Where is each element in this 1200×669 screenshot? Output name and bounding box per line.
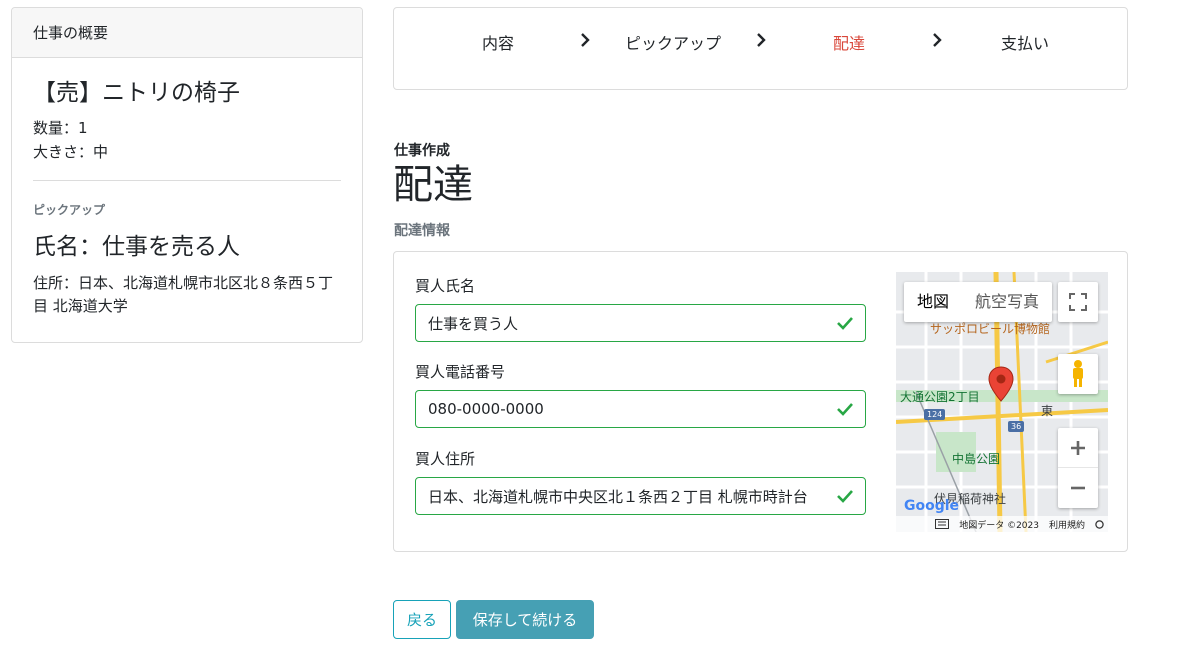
- pickup-name: 氏名：仕事を売る人: [33, 234, 240, 260]
- map-type-control: 地図 航空写真: [904, 282, 1053, 322]
- job-summary-header: 仕事の概要: [12, 8, 362, 58]
- zoom-in-button[interactable]: [1058, 428, 1098, 468]
- buyer-phone-input[interactable]: [415, 390, 866, 428]
- street-view-button[interactable]: [1058, 354, 1098, 394]
- buyer-address-input[interactable]: [415, 477, 866, 515]
- item-quantity: 数量：1: [33, 119, 88, 137]
- map-data-attribution[interactable]: 地図データ ©2023: [959, 518, 1039, 531]
- pickup-address: 住所：日本、北海道札幌市北区北８条西５丁目 北海道大学: [33, 274, 334, 315]
- zoom-control: [1058, 428, 1098, 508]
- map-marker-icon[interactable]: [988, 366, 1014, 402]
- google-map[interactable]: サッポロビール博物館 大通公園2丁目 中島公園 伏見稲荷神社 東 124 36 …: [896, 272, 1108, 532]
- item-size: 大きさ：中: [33, 143, 109, 161]
- step-delivery[interactable]: 配達: [833, 30, 865, 54]
- zoom-out-button[interactable]: [1058, 468, 1098, 508]
- back-button[interactable]: 戻る: [393, 600, 451, 639]
- plus-icon: [1071, 440, 1085, 455]
- map-label-nakajima: 中島公園: [952, 452, 1001, 466]
- map-type-satellite-button[interactable]: 航空写真: [962, 282, 1052, 322]
- buyer-address-label: 買人住所: [415, 450, 476, 468]
- check-icon: [837, 403, 853, 416]
- progress-steps: 内容 ピックアップ 配達 支払い: [393, 7, 1128, 90]
- page-subtitle: 仕事作成: [394, 143, 450, 159]
- road-number-36: 36: [1008, 421, 1025, 432]
- keyboard-icon[interactable]: [935, 519, 950, 529]
- buyer-name-label: 買人氏名: [415, 277, 476, 295]
- step-payment[interactable]: 支払い: [1001, 30, 1049, 54]
- report-icon[interactable]: [1095, 519, 1104, 529]
- step-pickup[interactable]: ピックアップ: [625, 30, 721, 54]
- pegman-icon: [1073, 360, 1083, 387]
- save-continue-button[interactable]: 保存して続ける: [456, 600, 594, 639]
- item-title: 【売】ニトリの椅子: [33, 80, 240, 106]
- google-logo: Google: [904, 498, 960, 514]
- job-summary-card: 仕事の概要 【売】ニトリの椅子 数量：1 大きさ：中 ピックアップ 氏名：仕事を…: [11, 7, 363, 343]
- check-icon: [837, 317, 853, 330]
- fullscreen-button[interactable]: [1058, 282, 1098, 322]
- chevron-right-icon: [933, 33, 942, 47]
- page-title: 配達: [393, 162, 473, 208]
- minus-icon: [1071, 486, 1085, 490]
- map-type-map-button[interactable]: 地図: [904, 282, 962, 322]
- chevron-right-icon: [757, 33, 766, 47]
- pickup-heading: ピックアップ: [33, 203, 106, 217]
- chevron-right-icon: [581, 33, 590, 47]
- job-summary-body: 【売】ニトリの椅子 数量：1 大きさ：中 ピックアップ 氏名：仕事を売る人 住所…: [12, 58, 362, 318]
- map-footer: 地図データ ©2023 利用規約: [896, 516, 1108, 532]
- buyer-name-input[interactable]: [415, 304, 866, 342]
- section-title: 配達情報: [394, 223, 450, 239]
- map-terms-link[interactable]: 利用規約: [1049, 518, 1085, 531]
- buyer-phone-label: 買人電話番号: [415, 363, 506, 381]
- delivery-form-card: 買人氏名 買人電話番号 買人住所 サッポロビール博物館 大通公園2丁目: [393, 251, 1128, 552]
- road-number-124: 124: [924, 409, 946, 420]
- step-content[interactable]: 内容: [482, 30, 514, 54]
- check-icon: [837, 490, 853, 503]
- map-label-museum: サッポロビール博物館: [930, 322, 1051, 336]
- map-label-park: 大通公園2丁目: [900, 390, 980, 404]
- fullscreen-icon: [1069, 293, 1087, 311]
- map-label-higashi: 東: [1041, 404, 1054, 418]
- summary-divider: [33, 180, 341, 181]
